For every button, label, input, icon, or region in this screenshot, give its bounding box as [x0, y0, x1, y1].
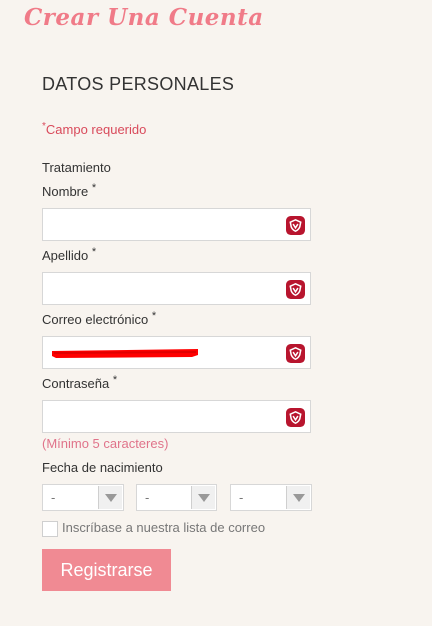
required-star: *	[42, 121, 46, 132]
fecha-label: Fecha de nacimiento	[42, 460, 163, 475]
shield-icon[interactable]	[286, 280, 305, 299]
month-select-value: -	[145, 490, 150, 505]
contrasena-label-text: Contraseña	[42, 376, 110, 391]
shield-icon[interactable]	[286, 216, 305, 235]
redaction-mark	[52, 349, 198, 358]
nombre-label: Nombre *	[42, 182, 97, 199]
nombre-label-text: Nombre	[42, 184, 89, 199]
required-note-text: Campo requerido	[45, 122, 147, 137]
tratamiento-label: Tratamiento	[42, 160, 111, 175]
shield-icon[interactable]	[286, 408, 305, 427]
password-hint: (Mínimo 5 caracteres)	[42, 436, 169, 451]
apellido-input[interactable]	[43, 273, 289, 304]
apellido-field[interactable]	[42, 272, 311, 305]
correo-label: Correo electrónico *	[42, 310, 157, 327]
register-button[interactable]: Registrarse	[42, 549, 171, 591]
year-select[interactable]: -	[230, 484, 312, 511]
contrasena-field[interactable]	[42, 400, 311, 433]
required-star: *	[91, 246, 97, 258]
chevron-down-icon[interactable]	[191, 486, 215, 509]
chevron-down-icon[interactable]	[98, 486, 122, 509]
month-select[interactable]: -	[136, 484, 217, 511]
shield-icon[interactable]	[286, 344, 305, 363]
required-star: *	[151, 310, 157, 322]
newsletter-checkbox[interactable]	[42, 521, 58, 537]
apellido-label: Apellido *	[42, 246, 97, 263]
contrasena-input[interactable]	[43, 401, 289, 432]
day-select-value: -	[51, 490, 56, 505]
newsletter-label[interactable]: Inscríbase a nuestra lista de correo	[62, 520, 265, 535]
contrasena-label: Contraseña *	[42, 374, 118, 391]
page-title: Crear Una Cuenta	[24, 4, 264, 31]
nombre-field[interactable]	[42, 208, 311, 241]
apellido-label-text: Apellido	[42, 248, 89, 263]
section-title: DATOS PERSONALES	[42, 74, 235, 94]
year-select-value: -	[239, 490, 244, 505]
correo-field[interactable]	[42, 336, 311, 369]
chevron-down-icon[interactable]	[286, 486, 310, 509]
correo-label-text: Correo electrónico	[42, 312, 149, 327]
required-star: *	[112, 374, 118, 386]
required-field-note: *Campo requerido	[42, 121, 147, 137]
required-star: *	[91, 182, 97, 194]
day-select[interactable]: -	[42, 484, 124, 511]
nombre-input[interactable]	[43, 209, 289, 240]
